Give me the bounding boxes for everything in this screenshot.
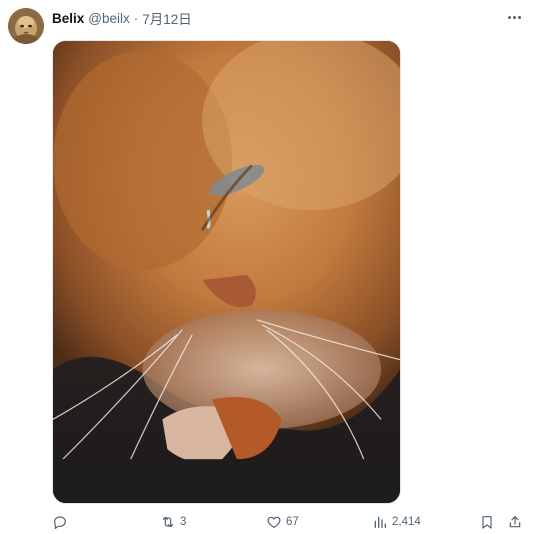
like-button[interactable]: 67 <box>266 514 299 530</box>
views-count: 2,414 <box>392 516 421 528</box>
repost-button[interactable]: 3 <box>160 514 186 530</box>
tweet[interactable]: Belix @beilx · 7月12日 3 67 2,414 <box>0 0 550 534</box>
repost-count: 3 <box>180 516 187 528</box>
views-button[interactable]: 2,414 <box>372 514 421 530</box>
bookmark-button[interactable] <box>479 514 495 530</box>
more-dot-icon <box>512 15 516 19</box>
more-dot-icon <box>517 15 521 19</box>
repost-icon <box>162 516 174 528</box>
reply-button[interactable] <box>52 514 72 530</box>
tweet-actions: 3 67 2,414 <box>52 512 527 534</box>
heart-icon <box>267 516 281 528</box>
author-handle[interactable]: @beilx <box>88 11 129 26</box>
analytics-bars-icon <box>374 516 386 528</box>
avatar-image <box>8 8 44 44</box>
cat-photo-image <box>53 41 400 503</box>
author-display-name[interactable]: Belix <box>52 11 84 26</box>
reply-icon <box>54 516 66 529</box>
more-options-button[interactable] <box>504 8 524 26</box>
header-separator: · <box>133 10 139 26</box>
share-button[interactable] <box>507 514 523 530</box>
tweet-date[interactable]: 7月12日 <box>142 8 192 28</box>
more-dot-icon <box>507 15 511 19</box>
like-count: 67 <box>286 516 299 528</box>
tweet-media-photo[interactable] <box>52 40 401 504</box>
tweet-header: Belix @beilx · 7月12日 <box>52 8 192 28</box>
bookmark-icon <box>482 516 492 529</box>
avatar[interactable] <box>8 8 44 44</box>
share-icon <box>509 516 521 528</box>
